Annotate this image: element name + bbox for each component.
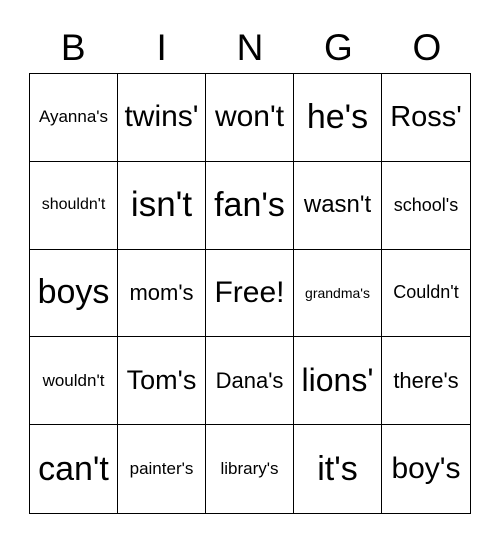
bingo-cell[interactable]: fan's (206, 161, 294, 250)
header-letter-g: G (324, 27, 353, 68)
bingo-cell[interactable]: won't (206, 74, 294, 162)
bingo-cell[interactable]: he's (294, 74, 382, 162)
bingo-cell[interactable]: library's (206, 425, 294, 513)
cell-text: grandma's (305, 284, 370, 301)
header-letter-b: B (60, 27, 86, 68)
cell-text: Tom's (126, 365, 197, 396)
bingo-cell[interactable]: Ayanna's (30, 74, 118, 162)
cell-text: it's (317, 449, 358, 488)
cell-text: boy's (391, 452, 461, 486)
bingo-cell[interactable]: Ross' (382, 74, 470, 162)
bingo-cell[interactable]: Tom's (118, 337, 206, 426)
bingo-cell[interactable]: isn't (118, 161, 206, 250)
cell-text: Couldn't (393, 282, 459, 303)
bingo-cell[interactable]: twins' (118, 74, 206, 162)
cell-text: shouldn't (41, 196, 106, 214)
bingo-cell[interactable]: it's (294, 425, 382, 513)
cell-text: won't (214, 100, 285, 134)
bingo-cell[interactable]: boys (30, 249, 118, 338)
cell-text: Free! (214, 275, 285, 309)
header-letter-o: O (412, 27, 442, 68)
cell-text: Ayanna's (38, 107, 109, 127)
cell-text: can't (38, 449, 109, 488)
bingo-cell[interactable]: there's (382, 337, 470, 426)
bingo-grid: Ayanna's twins' won't he's Ross' shouldn't isn… (29, 73, 471, 514)
cell-text: lions' (301, 362, 374, 399)
bingo-cell[interactable]: wasn't (294, 161, 382, 250)
cell-text: mom's (129, 279, 194, 305)
cell-text: he's (306, 97, 369, 136)
bingo-cell[interactable]: mom's (118, 249, 206, 338)
cell-text: boys (37, 273, 110, 312)
cell-text: fan's (214, 185, 285, 224)
bingo-cell[interactable]: wouldn't (30, 337, 118, 426)
bingo-cell[interactable]: boy's (382, 425, 470, 513)
bingo-header: B I N G O (29, 24, 471, 72)
bingo-cell[interactable]: school's (382, 162, 470, 250)
cell-text: twins' (124, 100, 199, 134)
header-letter-n: N (236, 27, 264, 68)
cell-text: school's (393, 194, 459, 215)
bingo-cell[interactable]: can't (30, 425, 118, 513)
header-letter-i: I (156, 27, 167, 68)
bingo-cell[interactable]: shouldn't (30, 161, 118, 250)
bingo-cell[interactable]: painter's (118, 425, 206, 513)
cell-text: wasn't (303, 191, 372, 219)
cell-text: there's (393, 367, 459, 393)
bingo-cell[interactable]: Dana's (206, 337, 294, 426)
cell-text: wouldn't (42, 370, 105, 390)
cell-text: Dana's (215, 367, 284, 393)
bingo-cell[interactable]: Couldn't (382, 250, 470, 338)
bingo-cell[interactable]: grandma's (294, 249, 382, 338)
bingo-cell[interactable]: lions' (294, 337, 382, 426)
cell-text: isn't (130, 185, 193, 225)
cell-text: painter's (129, 459, 194, 479)
bingo-cell[interactable]: Free! (206, 249, 294, 338)
cell-text: Ross' (390, 100, 462, 133)
cell-text: library's (220, 459, 279, 479)
